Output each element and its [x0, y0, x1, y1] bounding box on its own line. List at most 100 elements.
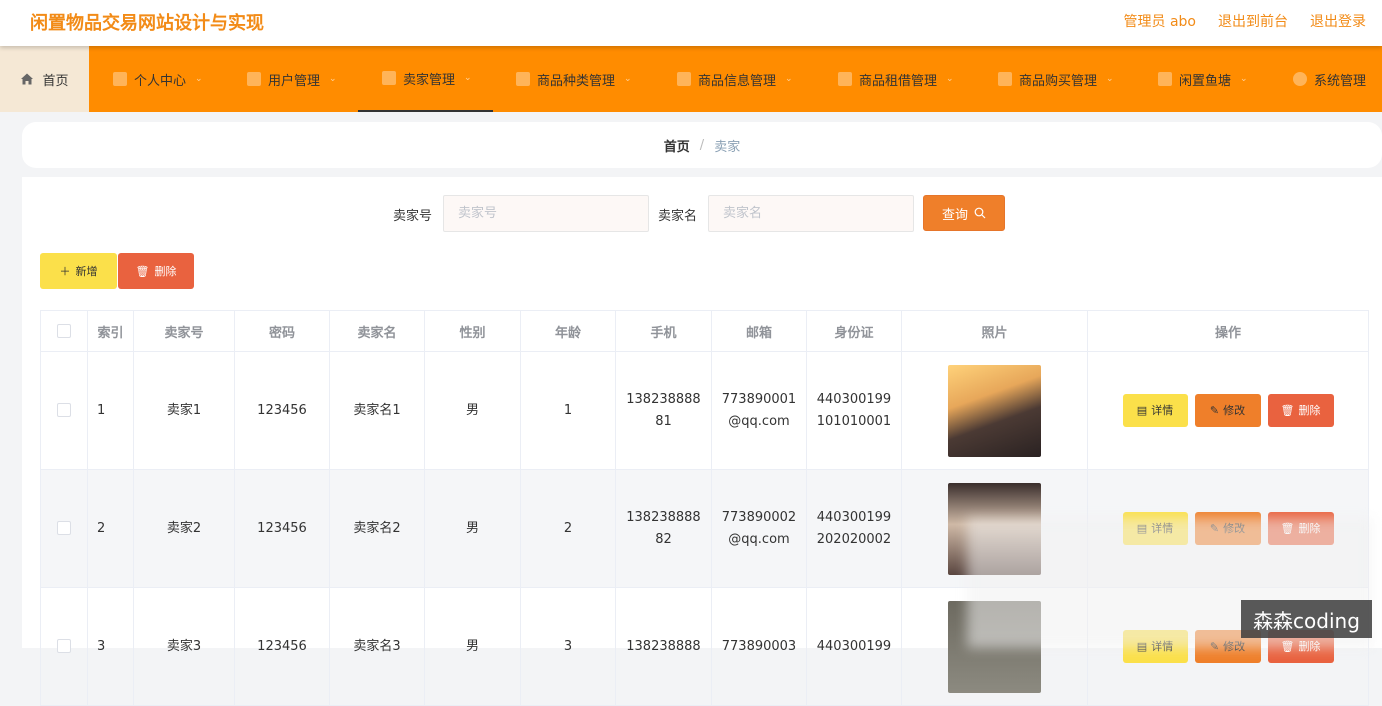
top-links: 管理员 abo 退出到前台 退出登录 [1124, 11, 1366, 31]
chevron-down-icon: ⌄ [1106, 74, 1114, 84]
nav-item-user-management[interactable]: 用户管理 ⌄ [247, 46, 337, 112]
cell-id-card: 440300199 202020002 [806, 469, 902, 588]
nav-label: 商品信息管理 [698, 73, 777, 89]
cell-age: 2 [520, 469, 616, 588]
seller-no-input[interactable] [443, 195, 649, 232]
chevron-down-icon: ⌄ [195, 74, 203, 84]
email-line-1: 773890003 [721, 638, 797, 654]
seller-name-label: 卖家名 [658, 209, 698, 224]
cell-age: 1 [520, 351, 616, 470]
search-form: 卖家号 卖家名 查询 [22, 195, 1382, 233]
cell-phone: 138238888 82 [615, 469, 712, 588]
nav-home[interactable]: 首页 [0, 46, 89, 112]
select-all-checkbox[interactable] [57, 324, 71, 338]
cell-seller-name: 卖家名1 [329, 351, 425, 470]
column-header: 手机 [615, 310, 712, 352]
column-header: 卖家名 [329, 310, 425, 352]
email-line-2: @qq.com [728, 531, 790, 547]
list-icon [247, 72, 261, 86]
column-header: 卖家号 [133, 310, 235, 352]
row-checkbox[interactable] [57, 521, 71, 535]
delete-button[interactable]: 🗑删除 [1267, 394, 1334, 427]
column-header: 密码 [234, 310, 330, 352]
clipboard-icon [838, 72, 852, 86]
nav-item-product-info[interactable]: 商品信息管理 ⌄ [677, 46, 793, 112]
main-nav: 首页 个人中心 ⌄ 用户管理 ⌄ 卖家管理 ⌄ 商品种类管理 ⌄ 商品信息管理 … [0, 46, 1382, 112]
home-icon [21, 73, 34, 85]
delete-label: 删除 [154, 265, 177, 278]
trash-icon: 🗑 [1280, 403, 1295, 417]
cell-phone: 138238888 81 [615, 351, 712, 470]
cell-seller-no: 卖家2 [133, 469, 235, 588]
message-icon [1158, 72, 1172, 86]
row-select-cell [40, 351, 88, 470]
row-checkbox[interactable] [57, 403, 71, 417]
nav-item-system-management[interactable]: 系统管理 [1293, 46, 1366, 112]
nav-label: 个人中心 [134, 73, 187, 89]
column-header: 邮箱 [711, 310, 807, 352]
nav-item-personal-center[interactable]: 个人中心 ⌄ [113, 46, 203, 112]
seller-name-input[interactable] [708, 195, 914, 232]
nav-label: 商品租借管理 [859, 73, 938, 89]
cell-index: 2 [87, 469, 134, 588]
cell-actions: ▤详情 ✎修改 🗑删除 [1087, 351, 1369, 470]
cell-id-card: 440300199 [806, 587, 902, 706]
breadcrumb-current: 卖家 [714, 139, 741, 155]
copy-icon [998, 72, 1012, 86]
chevron-down-icon: ⌄ [624, 74, 632, 84]
chevron-down-icon: ⌄ [329, 74, 337, 84]
breadcrumb-home[interactable]: 首页 [664, 136, 690, 155]
breadcrumb-separator: / [699, 137, 705, 153]
cell-seller-name: 卖家名3 [329, 587, 425, 706]
query-label: 查询 [941, 207, 968, 223]
email-line-2: @qq.com [728, 413, 790, 429]
phone-line-1: 138238888 [626, 638, 701, 654]
nav-label: 用户管理 [268, 73, 321, 89]
query-button[interactable]: 查询 [923, 195, 1005, 231]
admin-label[interactable]: 管理员 abo [1124, 11, 1196, 31]
add-button[interactable]: ＋ 新增 [40, 253, 117, 289]
column-header: 年龄 [520, 310, 616, 352]
nav-item-seller-management[interactable]: 卖家管理 ⌄ [358, 46, 493, 112]
edit-button[interactable]: ✎修改 [1194, 394, 1261, 427]
breadcrumb: 首页 / 卖家 [22, 122, 1382, 168]
monitor-icon [677, 72, 691, 86]
cell-age: 3 [520, 587, 616, 706]
front-link[interactable]: 退出到前台 [1218, 11, 1288, 31]
nav-label: 闲置鱼塘 [1179, 73, 1232, 89]
detail-label: 详情 [1151, 403, 1174, 417]
trash-icon: 🗑 [135, 264, 150, 278]
user-icon [516, 72, 530, 86]
cell-photo [901, 351, 1088, 470]
chevron-down-icon: ⌄ [785, 74, 793, 84]
nav-item-idle-pond[interactable]: 闲置鱼塘 ⌄ [1158, 46, 1248, 112]
batch-delete-button[interactable]: 🗑 删除 [118, 253, 194, 289]
phone-line-2: 82 [655, 531, 672, 547]
email-line-1: 773890001 [721, 391, 797, 407]
cell-email: 773890003 [711, 587, 807, 706]
chevron-down-icon: ⌄ [1240, 74, 1248, 84]
cell-password: 123456 [234, 469, 330, 588]
plus-icon: ＋ [59, 265, 71, 278]
cell-seller-no: 卖家1 [133, 351, 235, 470]
table-header-row: 索引 卖家号 密码 卖家名 性别 年龄 手机 邮箱 身份证 照片 操作 [40, 310, 1369, 352]
seller-no-label: 卖家号 [393, 209, 433, 224]
email-line-1: 773890002 [721, 509, 797, 525]
phone-line-2: 81 [655, 413, 672, 429]
cell-email: 773890001 @qq.com [711, 351, 807, 470]
detail-button[interactable]: ▤详情 [1122, 394, 1188, 427]
column-header: 身份证 [806, 310, 902, 352]
id-line-1: 440300199 [816, 638, 892, 654]
cell-password: 123456 [234, 351, 330, 470]
row-checkbox[interactable] [57, 639, 71, 653]
logout-link[interactable]: 退出登录 [1310, 11, 1366, 31]
watermark: 森森coding [1241, 600, 1372, 638]
cell-phone: 138238888 [615, 587, 712, 706]
nav-item-product-rental[interactable]: 商品租借管理 ⌄ [838, 46, 954, 112]
nav-item-product-purchase[interactable]: 商品购买管理 ⌄ [998, 46, 1114, 112]
search-icon [974, 207, 986, 219]
nav-item-category-management[interactable]: 商品种类管理 ⌄ [516, 46, 632, 112]
id-line-2: 101010001 [816, 413, 892, 429]
cell-gender: 男 [424, 587, 521, 706]
select-all-cell [40, 310, 88, 352]
